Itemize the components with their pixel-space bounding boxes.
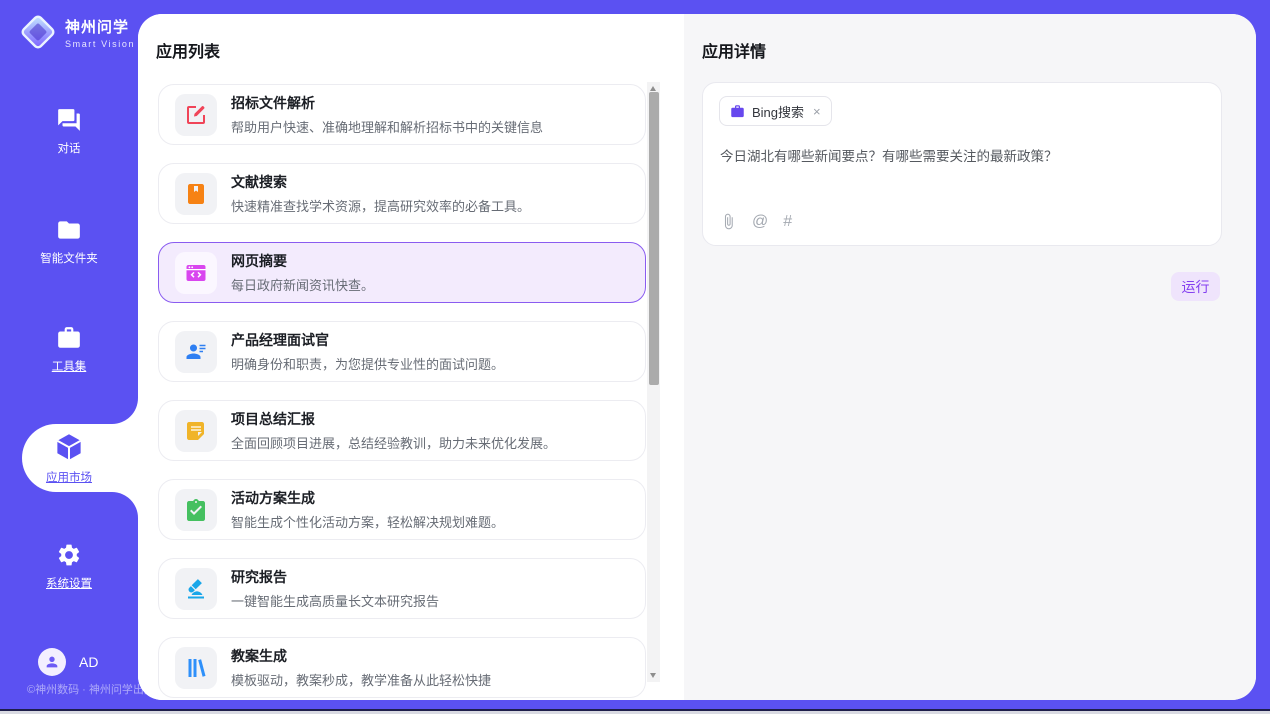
app-card-event-plan[interactable]: 活动方案生成 智能生成个性化活动方案，轻松解决规划难题。 xyxy=(158,479,646,540)
book-icon xyxy=(184,182,208,206)
sidebar-item-system-settings[interactable]: 系统设置 xyxy=(0,542,138,591)
cube-icon xyxy=(54,432,84,462)
app-description: 模板驱动，教案秒成，教学准备从此轻松快捷 xyxy=(231,670,491,689)
app-description: 全面回顾项目进展，总结经验教训，助力未来优化发展。 xyxy=(231,433,556,452)
sidebar-item-toolset[interactable]: 工具集 xyxy=(0,325,138,374)
sidebar-item-label: 工具集 xyxy=(52,358,87,374)
run-button[interactable]: 运行 xyxy=(1171,272,1220,301)
topic-icon[interactable]: # xyxy=(783,214,792,230)
sidebar-item-label: 应用市场 xyxy=(46,469,92,485)
app-detail-title: 应用详情 xyxy=(702,38,766,62)
main-content: 应用列表 招标文件解析 帮助用户快速、准确地理解和解析招标书中的关键信息 文献搜… xyxy=(138,14,1256,700)
app-icon-tile xyxy=(175,94,217,136)
app-card-project-summary[interactable]: 项目总结汇报 全面回顾项目进展，总结经验教训，助力未来优化发展。 xyxy=(158,400,646,461)
tool-tag-label: Bing搜索 xyxy=(752,102,804,121)
sidebar-item-app-market[interactable]: 应用市场 xyxy=(0,432,138,485)
app-card-lesson-plan[interactable]: 教案生成 模板驱动，教案秒成，教学准备从此轻松快捷 xyxy=(158,637,646,698)
tag-close-icon[interactable]: × xyxy=(813,104,821,119)
app-description: 帮助用户快速、准确地理解和解析招标书中的关键信息 xyxy=(231,117,543,136)
gear-icon xyxy=(56,542,82,568)
attachment-icon[interactable] xyxy=(720,213,737,230)
sidebar: 神州问学 Smart Vision 对话 智能文件夹 工具集 应用市场 系统设置… xyxy=(0,0,138,714)
brand-title: 神州问学 xyxy=(65,16,135,37)
tool-tag-bing-search[interactable]: Bing搜索 × xyxy=(719,96,832,126)
mention-icon[interactable]: @ xyxy=(752,214,768,230)
edit-square-icon xyxy=(184,103,208,127)
avatar xyxy=(38,648,66,676)
app-name: 文献搜索 xyxy=(231,172,530,192)
app-card-research-report[interactable]: 研究报告 一键智能生成高质量长文本研究报告 xyxy=(158,558,646,619)
brand-subtitle: Smart Vision xyxy=(65,39,135,49)
scroll-down-button[interactable] xyxy=(647,669,660,682)
app-icon-tile xyxy=(175,331,217,373)
sidebar-item-label: 智能文件夹 xyxy=(40,250,98,266)
app-icon-tile xyxy=(175,568,217,610)
app-description: 每日政府新闻资讯快查。 xyxy=(231,275,374,294)
logo-diamond-icon xyxy=(18,12,58,52)
copyright: ©神州数码 · 神州问学出品 xyxy=(27,681,155,697)
app-icon-tile xyxy=(175,252,217,294)
app-name: 产品经理面试官 xyxy=(231,330,504,350)
scrollbar-thumb[interactable] xyxy=(649,92,659,385)
user-initials: AD xyxy=(79,654,98,670)
app-name: 教案生成 xyxy=(231,646,491,666)
app-icon-tile xyxy=(175,173,217,215)
active-tab-curve-bottom xyxy=(112,492,138,518)
app-name: 活动方案生成 xyxy=(231,488,504,508)
note-icon xyxy=(184,419,208,443)
user-row[interactable]: AD xyxy=(38,648,98,676)
chat-icon xyxy=(56,107,82,133)
app-name: 招标文件解析 xyxy=(231,93,543,113)
app-description: 明确身份和职责，为您提供专业性的面试问题。 xyxy=(231,354,504,373)
logo: 神州问学 Smart Vision xyxy=(18,12,135,52)
app-icon-tile xyxy=(175,489,217,531)
sidebar-item-chat[interactable]: 对话 xyxy=(0,107,138,156)
briefcase-icon xyxy=(730,104,745,119)
app-card-web-summary[interactable]: 网页摘要 每日政府新闻资讯快查。 xyxy=(158,242,646,303)
scrollbar[interactable] xyxy=(647,82,660,682)
app-list-title: 应用列表 xyxy=(156,38,220,62)
clipboard-check-icon xyxy=(184,498,208,522)
app-description: 快速精准查找学术资源，提高研究效率的必备工具。 xyxy=(231,196,530,215)
sidebar-item-label: 对话 xyxy=(58,140,81,156)
app-icon-tile xyxy=(175,647,217,689)
browser-code-icon xyxy=(184,261,208,285)
app-card-list: 招标文件解析 帮助用户快速、准确地理解和解析招标书中的关键信息 文献搜索 快速精… xyxy=(158,84,646,700)
active-tab-curve-top xyxy=(112,398,138,424)
app-description: 一键智能生成高质量长文本研究报告 xyxy=(231,591,439,610)
query-card: Bing搜索 × 今日湖北有哪些新闻要点？有哪些需要关注的最新政策？ @ # xyxy=(702,82,1222,246)
sidebar-item-smart-folders[interactable]: 智能文件夹 xyxy=(0,217,138,266)
app-name: 项目总结汇报 xyxy=(231,409,556,429)
app-detail-pane: 应用详情 Bing搜索 × 今日湖北有哪些新闻要点？有哪些需要关注的最新政策？ … xyxy=(684,14,1256,700)
sidebar-item-label: 系统设置 xyxy=(46,575,92,591)
input-toolbar: @ # xyxy=(720,213,792,230)
app-name: 网页摘要 xyxy=(231,251,374,271)
app-card-bid-document-parse[interactable]: 招标文件解析 帮助用户快速、准确地理解和解析招标书中的关键信息 xyxy=(158,84,646,145)
app-list-pane: 应用列表 招标文件解析 帮助用户快速、准确地理解和解析招标书中的关键信息 文献搜… xyxy=(138,14,684,700)
app-icon-tile xyxy=(175,410,217,452)
folder-icon xyxy=(56,217,82,243)
app-card-pm-interviewer[interactable]: 产品经理面试官 明确身份和职责，为您提供专业性的面试问题。 xyxy=(158,321,646,382)
app-card-literature-search[interactable]: 文献搜索 快速精准查找学术资源，提高研究效率的必备工具。 xyxy=(158,163,646,224)
query-text[interactable]: 今日湖北有哪些新闻要点？有哪些需要关注的最新政策？ xyxy=(720,147,1206,167)
app-name: 研究报告 xyxy=(231,567,439,587)
books-icon xyxy=(184,656,208,680)
toolbox-icon xyxy=(56,325,82,351)
interviewer-icon xyxy=(184,340,208,364)
microscope-icon xyxy=(184,577,208,601)
app-description: 智能生成个性化活动方案，轻松解决规划难题。 xyxy=(231,512,504,531)
